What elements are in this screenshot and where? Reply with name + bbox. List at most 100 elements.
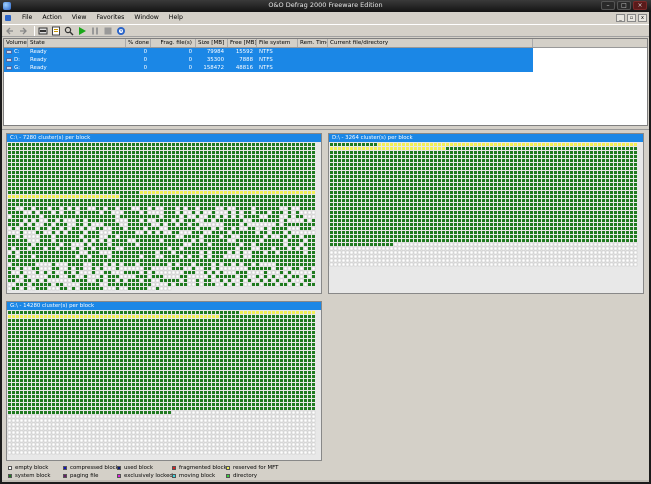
drive-g-map-panel[interactable]: G:\ - 14280 cluster(s) per block	[6, 301, 322, 461]
column-remaining-time[interactable]: Rem. Time	[298, 39, 328, 47]
volume-size: 79984	[206, 49, 224, 55]
volume-state: Ready	[30, 65, 47, 71]
drive-g-map-title: G:\ - 14280 cluster(s) per block	[7, 302, 321, 310]
report-icon[interactable]	[51, 26, 61, 36]
app-client-area: File Action View Favorites Window Help _…	[2, 12, 649, 482]
menu-help[interactable]: Help	[164, 13, 188, 23]
drive-properties-icon[interactable]	[38, 26, 48, 36]
menu-view[interactable]: View	[67, 13, 92, 23]
volume-remaining-time	[298, 56, 328, 64]
legend-item: compressed block	[63, 465, 119, 471]
legend-item: reserved for MFT	[226, 465, 278, 471]
volume-list-header: Volume State % done Frag. file(s) Size […	[4, 39, 647, 48]
drive-icon	[6, 57, 12, 62]
legend-swatch	[172, 466, 176, 470]
column-frag[interactable]: Frag. file(s)	[151, 39, 196, 47]
volume-remaining-time	[298, 64, 328, 72]
drive-g-cluster-map	[7, 311, 316, 455]
mdi-system-icon[interactable]	[5, 15, 11, 21]
volume-filesystem: NTFS	[259, 65, 273, 71]
column-filesystem[interactable]: File system	[257, 39, 298, 47]
column-size[interactable]: Size [MB]	[196, 39, 228, 47]
back-icon[interactable]	[5, 26, 15, 36]
column-done[interactable]: % done	[126, 39, 151, 47]
legend-swatch	[8, 474, 12, 478]
legend-swatch	[172, 474, 176, 478]
legend-label: directory	[233, 473, 258, 479]
drive-d-cluster-map	[329, 143, 638, 267]
drive-c-map-title: C:\ - 7280 cluster(s) per block	[7, 134, 321, 142]
start-icon[interactable]	[77, 26, 87, 36]
volume-list[interactable]: Volume State % done Frag. file(s) Size […	[3, 38, 648, 126]
maximize-button[interactable]: □	[617, 1, 631, 10]
mdi-restore-button[interactable]: ▫	[627, 14, 636, 22]
legend-label: fragmented block	[179, 465, 227, 471]
legend-label: system block	[15, 473, 51, 479]
scheduler-icon[interactable]	[116, 26, 126, 36]
legend-label: exclusively locked	[124, 473, 173, 479]
column-volume[interactable]: Volume	[4, 39, 28, 47]
legend-label: used block	[124, 465, 153, 471]
close-button[interactable]: ×	[633, 1, 647, 10]
toolbar-separator	[34, 25, 35, 36]
volume-letter: G:	[14, 65, 20, 71]
drive-c-map-panel[interactable]: C:\ - 7280 cluster(s) per block	[6, 133, 322, 294]
menu-favorites[interactable]: Favorites	[91, 13, 129, 23]
pause-icon[interactable]	[90, 26, 100, 36]
legend-swatch	[226, 466, 230, 470]
column-state[interactable]: State	[28, 39, 126, 47]
zoom-icon[interactable]	[64, 26, 74, 36]
legend-item: fragmented block	[172, 465, 227, 471]
volume-letter: D:	[14, 57, 20, 63]
volume-state: Ready	[30, 57, 47, 63]
title-bar: O&O Defrag 2000 Freeware Edition – □ ×	[0, 0, 651, 12]
legend-swatch	[8, 466, 12, 470]
volume-frag: 0	[188, 65, 192, 71]
legend-label: reserved for MFT	[233, 465, 279, 471]
mdi-minimize-button[interactable]: _	[616, 14, 625, 22]
volume-size: 158472	[203, 65, 224, 71]
legend-item: empty block	[8, 465, 48, 471]
menu-file[interactable]: File	[17, 13, 37, 23]
volume-row[interactable]: G: Ready 0 0 158472 48816 NTFS	[4, 64, 533, 72]
volume-current-file	[328, 56, 533, 64]
drive-icon	[6, 65, 12, 70]
drive-icon	[6, 49, 12, 54]
drive-d-map-title: D:\ - 3264 cluster(s) per block	[329, 134, 643, 142]
legend-label: moving block	[179, 473, 216, 479]
drive-d-map-panel[interactable]: D:\ - 3264 cluster(s) per block	[328, 133, 644, 294]
legend-label: empty block	[15, 465, 49, 471]
volume-free: 48816	[235, 65, 253, 71]
volume-row[interactable]: C: Ready 0 0 79984 15592 NTFS	[4, 48, 533, 56]
legend-swatch	[63, 466, 67, 470]
menu-bar: File Action View Favorites Window Help _…	[2, 13, 649, 23]
minimize-button[interactable]: –	[601, 1, 615, 10]
cluster-maps-area: C:\ - 7280 cluster(s) per block D:\ - 32…	[2, 129, 649, 461]
volume-done: 0	[143, 57, 147, 63]
mdi-close-button[interactable]: x	[638, 14, 647, 22]
volume-current-file	[328, 64, 533, 72]
legend-swatch	[226, 474, 230, 478]
forward-icon[interactable]	[18, 26, 28, 36]
volume-current-file	[328, 48, 533, 56]
legend-item: system block	[8, 473, 51, 479]
legend-item: directory	[226, 473, 257, 479]
legend-swatch	[63, 474, 67, 478]
window-title: O&O Defrag 2000 Freeware Edition	[268, 1, 383, 9]
volume-state: Ready	[30, 49, 47, 55]
stop-icon[interactable]	[103, 26, 113, 36]
menu-action[interactable]: Action	[37, 13, 66, 23]
volume-row[interactable]: D: Ready 0 0 35300 7888 NTFS	[4, 56, 533, 64]
volume-done: 0	[143, 65, 147, 71]
volume-filesystem: NTFS	[259, 49, 273, 55]
legend-item: used block	[117, 465, 153, 471]
menu-window[interactable]: Window	[129, 13, 163, 23]
legend-swatch	[117, 466, 121, 470]
column-current-file[interactable]: Current file/directory	[328, 39, 533, 47]
legend-item: paging file	[63, 473, 98, 479]
column-free[interactable]: Free [MB]	[228, 39, 257, 47]
volume-letter: C:	[14, 49, 20, 55]
legend-swatch	[117, 474, 121, 478]
volume-frag: 0	[188, 49, 192, 55]
drive-c-cluster-map	[7, 143, 316, 291]
